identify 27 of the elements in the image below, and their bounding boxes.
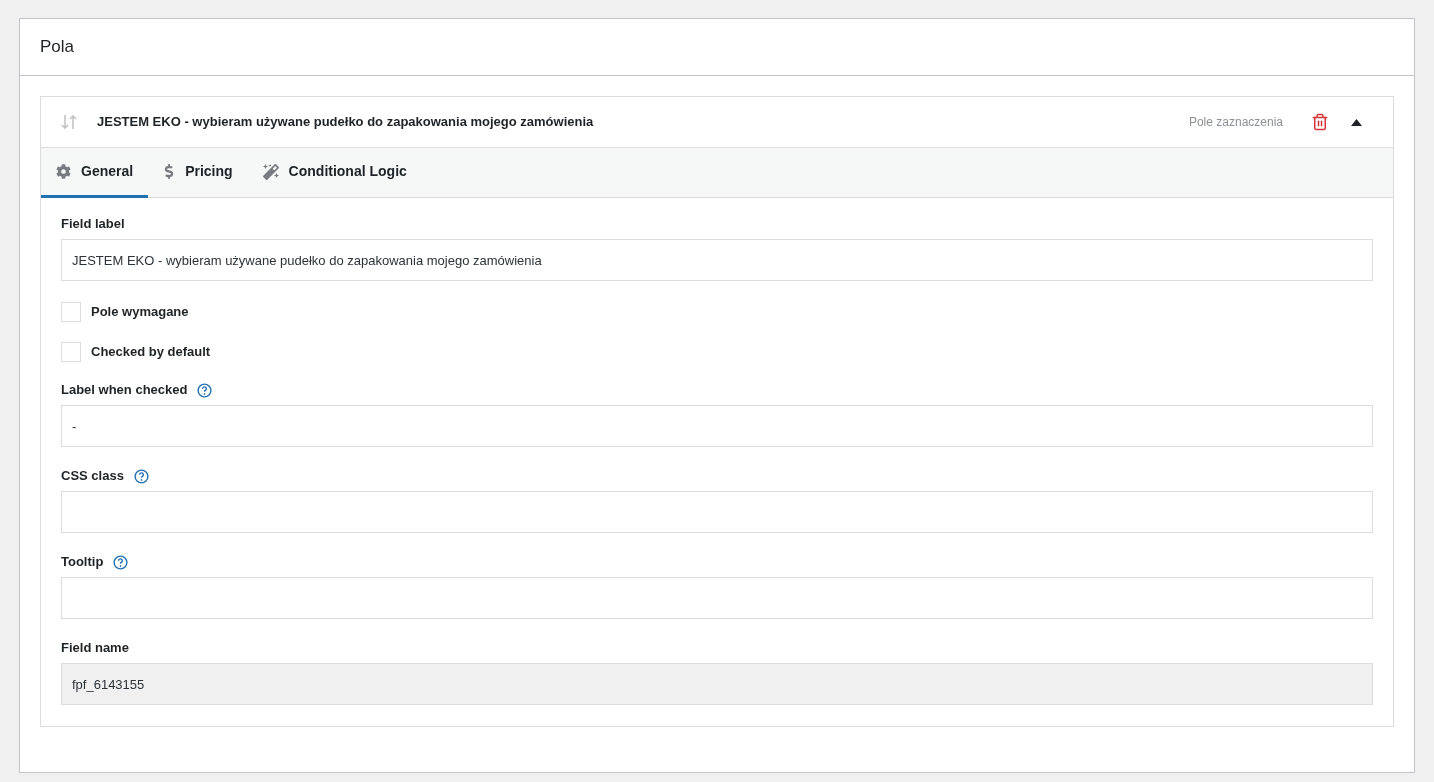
checkbox-label: Checked by default xyxy=(91,343,211,362)
magic-wand-icon xyxy=(262,163,279,180)
checkbox[interactable] xyxy=(61,302,81,322)
input-field[interactable]: - xyxy=(61,405,1373,447)
checkbox[interactable] xyxy=(61,342,81,362)
help-icon[interactable] xyxy=(133,468,149,484)
trash-icon[interactable] xyxy=(1311,113,1329,131)
field-type: Pole zaznaczenia xyxy=(1188,114,1283,131)
panel-title: Pola xyxy=(40,36,75,59)
field-label: Field label xyxy=(61,215,125,234)
field-label: Field name xyxy=(61,639,129,658)
help-icon[interactable] xyxy=(197,382,213,398)
checkbox-label: Pole wymagane xyxy=(91,303,189,322)
gear-icon xyxy=(56,164,71,179)
help-icon[interactable] xyxy=(113,554,129,570)
tab[interactable]: Conditional Logic xyxy=(247,148,422,198)
field-title: JESTEM EKO - wybieram używane pudełko do zapakowania mojego zamówienia xyxy=(97,113,594,132)
input-field[interactable] xyxy=(61,491,1373,533)
tab[interactable]: General xyxy=(41,148,149,198)
input-field[interactable] xyxy=(61,577,1373,619)
input-field[interactable]: fpf_6143155 xyxy=(61,663,1373,705)
field-label: Label when checked xyxy=(61,381,188,400)
field-label: CSS class xyxy=(61,467,124,486)
dollar-icon xyxy=(163,164,176,179)
input-field[interactable]: JESTEM EKO - wybieram używane pudełko do zapakowania mojego zamówienia xyxy=(61,239,1373,281)
field-label: Tooltip xyxy=(61,553,104,572)
tab[interactable]: Pricing xyxy=(148,148,248,198)
